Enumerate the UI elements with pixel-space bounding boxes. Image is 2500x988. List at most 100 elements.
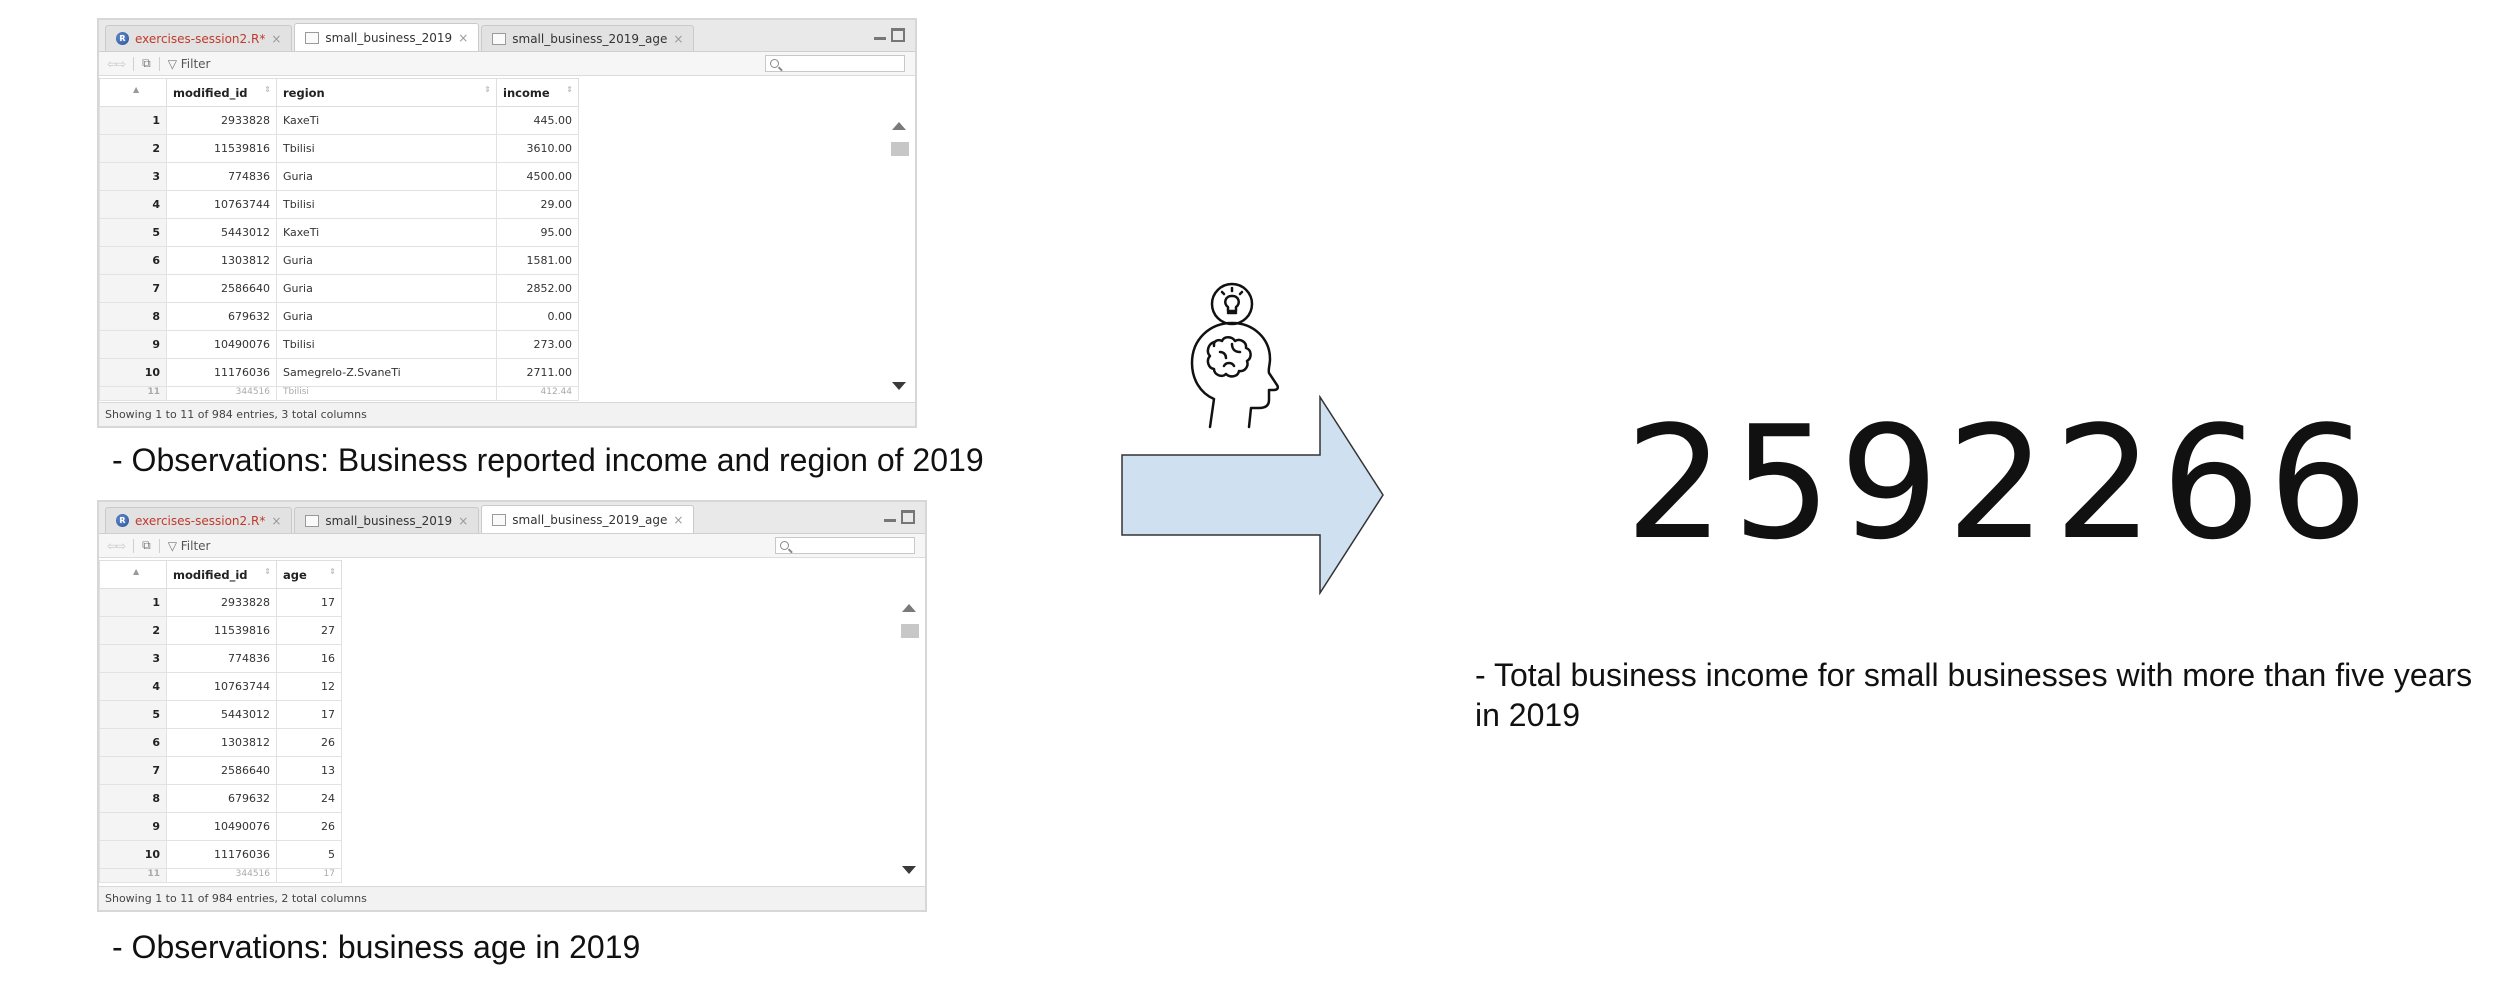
column-header[interactable]: age ⇕ <box>276 560 342 589</box>
viewer-toolbar: ⇦⇨ ⧉ ▽ Filter <box>99 534 925 558</box>
table-row[interactable]: 1 2933828 KaxeTi 445.00 <box>99 106 579 135</box>
maximize-icon[interactable] <box>901 510 915 524</box>
header-row: ▲ modified_id ⇕ region ⇕ income ⇕ <box>99 78 579 107</box>
table-row-partial[interactable]: 11 344516 17 <box>99 868 342 883</box>
row-index: 4 <box>99 190 167 219</box>
close-icon[interactable]: × <box>673 513 683 527</box>
table-row[interactable]: 7 2586640 13 <box>99 756 342 785</box>
minimize-icon[interactable] <box>883 510 897 524</box>
tab-small-business-2019-age[interactable]: small_business_2019_age × <box>481 25 695 51</box>
column-header[interactable]: modified_id ⇕ <box>166 560 277 589</box>
brain-shape <box>1206 336 1252 378</box>
table-row[interactable]: 10 11176036 5 <box>99 840 342 869</box>
data-table-icon <box>492 32 507 45</box>
scroll-thumb[interactable] <box>901 624 919 638</box>
table-cell: 774836 <box>166 644 277 673</box>
row-index: 6 <box>99 728 167 757</box>
vertical-scrollbar[interactable] <box>889 122 909 390</box>
data-viewer-income: R exercises-session2.R* × small_business… <box>97 18 917 428</box>
search-input[interactable] <box>775 537 915 554</box>
close-icon[interactable]: × <box>458 514 468 528</box>
column-header-label: region <box>283 85 325 100</box>
scroll-thumb[interactable] <box>891 142 909 156</box>
row-index: 1 <box>99 588 167 617</box>
tab-small-business-2019[interactable]: small_business_2019 × <box>294 23 480 51</box>
search-input[interactable] <box>765 55 905 72</box>
table-row-partial[interactable]: 11 344516 Tbilisi 412.44 <box>99 386 579 401</box>
filter-icon: ▽ <box>167 56 177 71</box>
popout-icon[interactable]: ⧉ <box>142 538 151 553</box>
tab-bar: R exercises-session2.R* × small_business… <box>99 502 925 534</box>
column-header[interactable]: income ⇕ <box>496 78 579 107</box>
minimize-icon[interactable] <box>873 28 887 42</box>
table-row[interactable]: 2 11539816 Tbilisi 3610.00 <box>99 134 579 163</box>
filter-label: Filter <box>180 56 211 71</box>
status-bar: Showing 1 to 11 of 984 entries, 3 total … <box>99 402 915 426</box>
filter-button[interactable]: ▽ Filter <box>168 539 211 553</box>
scroll-down-icon[interactable] <box>902 866 916 874</box>
column-header-label: income <box>503 85 550 100</box>
close-icon[interactable]: × <box>271 32 281 46</box>
filter-button[interactable]: ▽ Filter <box>168 57 211 71</box>
close-icon[interactable]: × <box>673 32 683 46</box>
row-index-header[interactable]: ▲ <box>99 78 167 107</box>
viewer-toolbar: ⇦⇨ ⧉ ▽ Filter <box>99 52 915 76</box>
table-row[interactable]: 6 1303812 26 <box>99 728 342 757</box>
table-row[interactable]: 10 11176036 Samegrelo-Z.SvaneTi 2711.00 <box>99 358 579 387</box>
table-row[interactable]: 9 10490076 Tbilisi 273.00 <box>99 330 579 359</box>
table-row[interactable]: 6 1303812 Guria 1581.00 <box>99 246 579 275</box>
lightbulb-icon <box>1224 294 1240 313</box>
row-index: 7 <box>99 274 167 303</box>
row-index: 11 <box>99 868 167 883</box>
table-cell: 2586640 <box>166 756 277 785</box>
close-icon[interactable]: × <box>458 31 468 45</box>
column-header[interactable]: region ⇕ <box>276 78 497 107</box>
tab-r-script[interactable]: R exercises-session2.R* × <box>105 25 293 51</box>
tab-small-business-2019-age[interactable]: small_business_2019_age × <box>481 505 695 533</box>
scroll-up-icon[interactable] <box>892 122 906 130</box>
vertical-scrollbar[interactable] <box>899 604 919 874</box>
table-cell: 10763744 <box>166 672 277 701</box>
table-row[interactable]: 9 10490076 26 <box>99 812 342 841</box>
window-controls <box>873 28 905 42</box>
tab-small-business-2019[interactable]: small_business_2019 × <box>294 507 480 533</box>
search-icon <box>780 541 789 550</box>
table-row[interactable]: 5 5443012 KaxeTi 95.00 <box>99 218 579 247</box>
close-icon[interactable]: × <box>271 514 281 528</box>
back-forward-icon[interactable]: ⇦⇨ <box>107 539 126 553</box>
row-index: 8 <box>99 302 167 331</box>
total-income-result: 2592266 <box>1625 392 2376 574</box>
table-row[interactable]: 4 10763744 12 <box>99 672 342 701</box>
row-index: 11 <box>99 386 167 401</box>
table-row[interactable]: 3 774836 Guria 4500.00 <box>99 162 579 191</box>
table-row[interactable]: 7 2586640 Guria 2852.00 <box>99 274 579 303</box>
table-cell: 10490076 <box>166 330 277 359</box>
table-row[interactable]: 5 5443012 17 <box>99 700 342 729</box>
column-header[interactable]: modified_id ⇕ <box>166 78 277 107</box>
data-grid: ▲ modified_id ⇕ age ⇕ 1 2933828 17 2 11539816 2… <box>99 560 925 886</box>
column-header-label: modified_id <box>173 567 248 582</box>
row-index-header[interactable]: ▲ <box>99 560 167 589</box>
table-row[interactable]: 1 2933828 17 <box>99 588 342 617</box>
table-cell: 2586640 <box>166 274 277 303</box>
row-index: 6 <box>99 246 167 275</box>
table-row[interactable]: 2 11539816 27 <box>99 616 342 645</box>
scroll-up-icon[interactable] <box>902 604 916 612</box>
table-row[interactable]: 3 774836 16 <box>99 644 342 673</box>
table-row[interactable]: 4 10763744 Tbilisi 29.00 <box>99 190 579 219</box>
popout-icon[interactable]: ⧉ <box>142 56 151 71</box>
table-row[interactable]: 8 679632 Guria 0.00 <box>99 302 579 331</box>
table-cell: 10763744 <box>166 190 277 219</box>
data-table: ▲ modified_id ⇕ age ⇕ 1 2933828 17 2 11539816 2… <box>99 560 342 883</box>
maximize-icon[interactable] <box>891 28 905 42</box>
table-cell: 2933828 <box>166 588 277 617</box>
sort-up-icon: ▲ <box>133 85 140 94</box>
table-cell: Tbilisi <box>276 330 497 359</box>
tab-r-script[interactable]: R exercises-session2.R* × <box>105 507 293 533</box>
scroll-down-icon[interactable] <box>892 382 906 390</box>
table-cell: Tbilisi <box>276 134 497 163</box>
table-row[interactable]: 8 679632 24 <box>99 784 342 813</box>
back-forward-icon[interactable]: ⇦⇨ <box>107 57 126 71</box>
tab-label: small_business_2019 <box>325 30 453 45</box>
row-index: 5 <box>99 218 167 247</box>
